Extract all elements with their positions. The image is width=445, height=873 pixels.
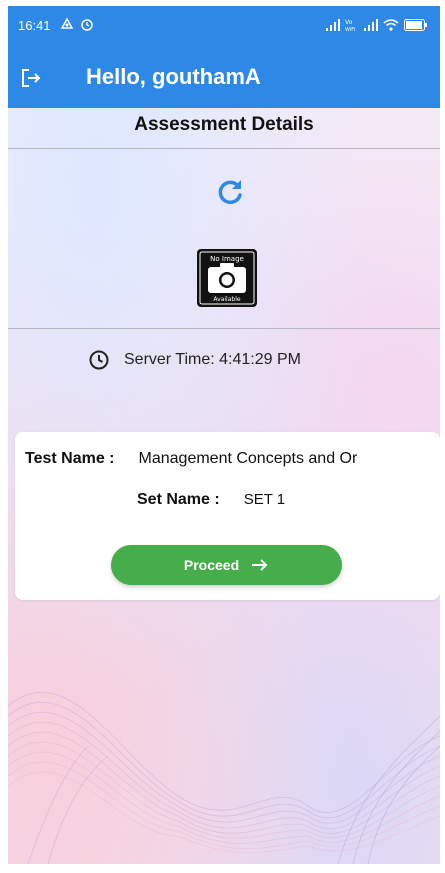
status-time: 16:41 — [18, 18, 51, 33]
svg-text:Vo: Vo — [345, 19, 353, 26]
signal-icon — [364, 19, 378, 34]
app-bar: Hello, gouthamA — [8, 50, 440, 108]
proceed-label: Proceed — [183, 557, 240, 573]
greeting-text: Hello, gouthamA — [86, 64, 261, 89]
test-name-label: Test Name : — [25, 450, 115, 467]
server-time-row: Server Time: 4:41:29 PM — [88, 349, 301, 371]
app-notification-icon — [60, 17, 74, 34]
title-divider — [8, 148, 440, 149]
battery-icon — [404, 19, 428, 34]
svg-text:WiFi: WiFi — [345, 27, 355, 32]
arrow-right-icon — [251, 557, 269, 573]
no-image-bottom-text: Available — [213, 296, 240, 303]
wifi-icon — [383, 19, 399, 34]
proceed-button[interactable]: Proceed — [111, 545, 342, 585]
refresh-icon[interactable] — [214, 176, 246, 208]
status-bar: 16:41 Vo WiFi — [8, 6, 440, 50]
set-name-row: Set Name : SET 1 — [137, 491, 285, 509]
decorative-wave-mesh — [8, 691, 440, 864]
volte-icon: Vo WiFi — [345, 18, 359, 35]
no-image-top-text: No Image — [210, 255, 244, 263]
test-name-row: Test Name : Management Concepts and Or — [25, 450, 357, 468]
set-name-label: Set Name : — [137, 491, 220, 508]
app-screen: 16:41 Vo WiFi Hello, gouthamA Assessment… — [8, 6, 440, 864]
page-title: Assessment Details — [134, 114, 314, 135]
test-name-value: Management Concepts and Or — [138, 450, 358, 467]
server-time-text: Server Time: 4:41:29 PM — [124, 351, 301, 368]
set-name-value: SET 1 — [243, 491, 286, 508]
section-divider — [8, 328, 440, 329]
alarm-icon — [80, 17, 94, 34]
assessment-card: Test Name : Management Concepts and Or Se… — [15, 432, 440, 600]
no-image-placeholder: No Image Available — [195, 248, 259, 308]
logout-icon[interactable] — [20, 67, 42, 89]
clock-icon — [88, 349, 110, 371]
signal-icon — [326, 19, 340, 34]
